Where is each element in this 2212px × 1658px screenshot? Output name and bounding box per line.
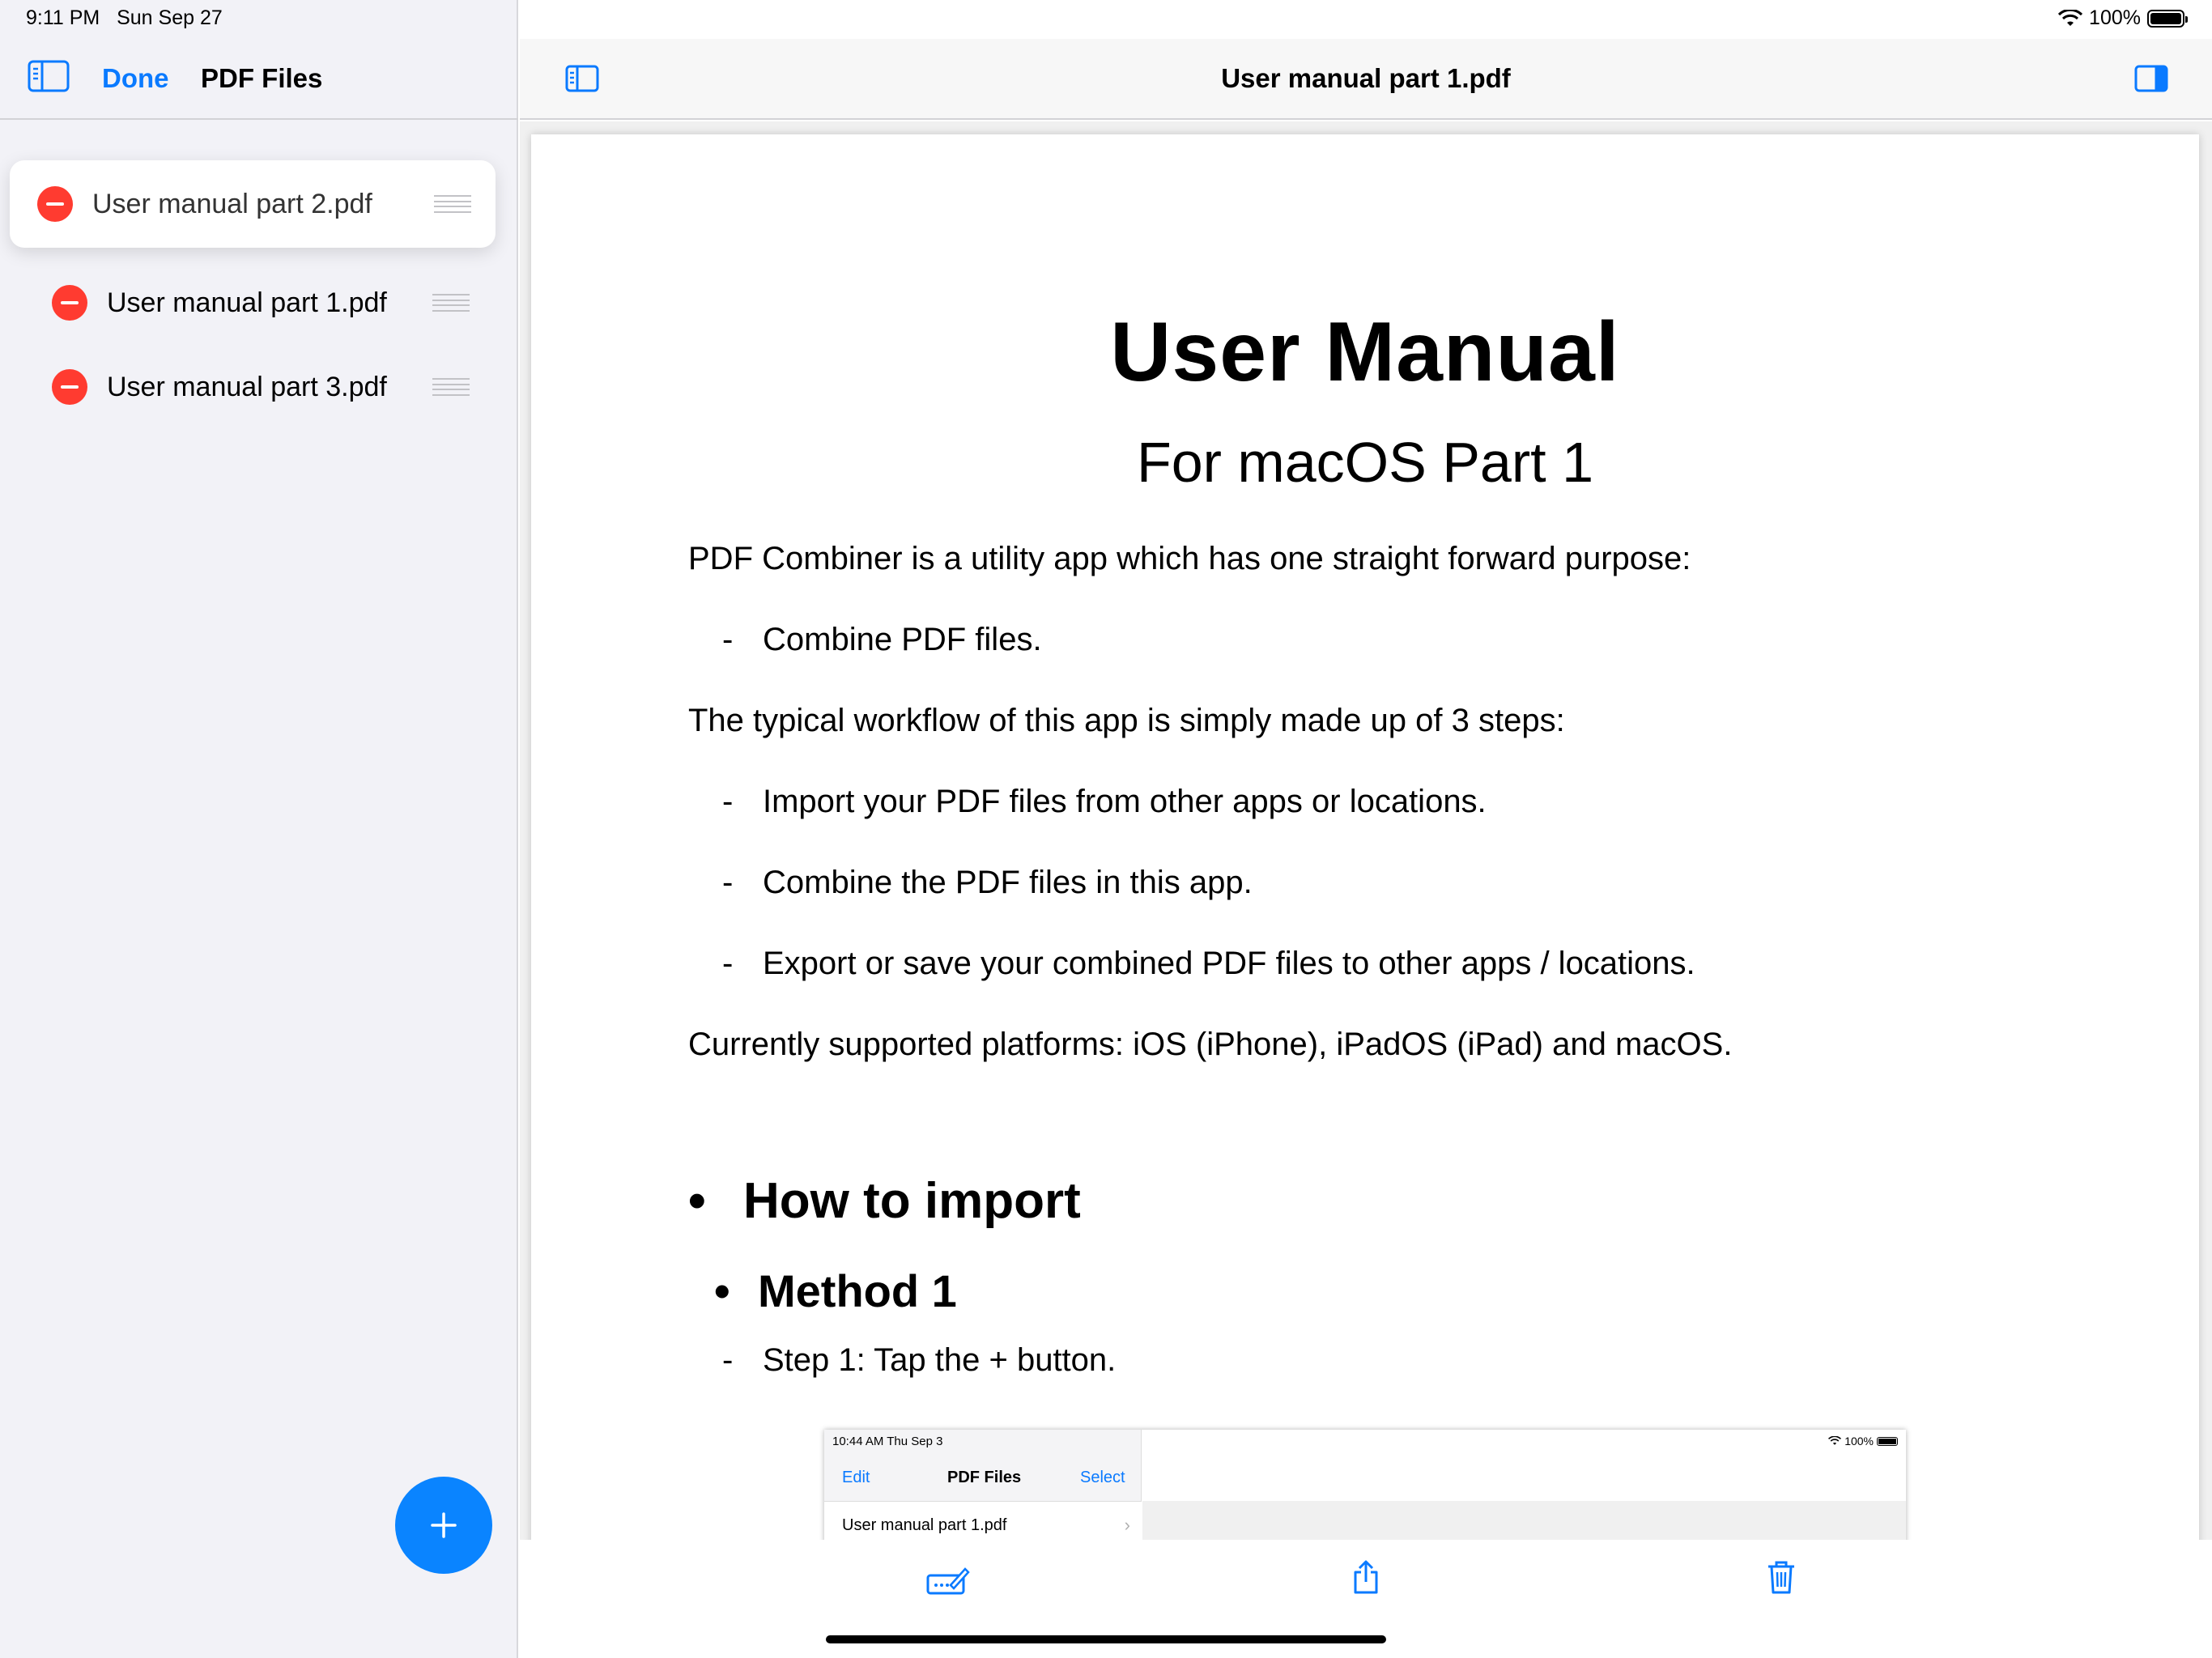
delete-icon[interactable]	[52, 285, 87, 321]
doc-list-item: - Combine the PDF files in this app.	[722, 865, 1253, 901]
list-text: Export or save your combined PDF files t…	[763, 946, 1695, 981]
embedded-time: 10:44 AM Thu Sep 3	[832, 1435, 943, 1448]
battery-icon	[2147, 9, 2188, 28]
sidebar-title: PDF Files	[201, 63, 323, 93]
battery-percent: 100%	[2089, 6, 2141, 29]
file-name: User manual part 2.pdf	[92, 188, 372, 219]
doc-paragraph: The typical workflow of this app is simp…	[688, 703, 1565, 738]
sidebar-right-icon	[2134, 65, 2168, 92]
pdf-viewer[interactable]: User Manual For macOS Part 1 PDF Combine…	[520, 121, 2212, 1540]
list-text: Import your PDF files from other apps or…	[763, 784, 1487, 819]
doc-paragraph: PDF Combiner is a utility app which has …	[688, 541, 1691, 576]
file-name: User manual part 1.pdf	[107, 287, 387, 318]
trash-icon	[1768, 1561, 1794, 1594]
doc-title: User Manual	[1110, 305, 1620, 399]
annotate-button[interactable]	[926, 1564, 970, 1601]
embedded-select-label: Select	[1080, 1469, 1125, 1486]
embedded-title: PDF Files	[947, 1469, 1022, 1486]
wifi-icon	[2058, 9, 2083, 26]
file-row[interactable]: User manual part 3.pdf	[24, 346, 494, 427]
bullet: •	[688, 1173, 706, 1229]
embedded-content-band	[1142, 1501, 1906, 1540]
file-row-dragging[interactable]: User manual part 2.pdf	[10, 160, 496, 248]
pdf-page: User Manual For macOS Part 1 PDF Combine…	[531, 134, 2199, 1540]
embedded-list-item: User manual part 1.pdf ›	[824, 1501, 1142, 1540]
list-dash: -	[722, 946, 734, 981]
doc-list-item: - Import your PDF files from other apps o…	[722, 784, 1487, 820]
heading-text: How to import	[743, 1173, 1081, 1229]
reorder-handle-icon[interactable]	[434, 195, 471, 213]
done-button[interactable]: Done	[102, 63, 169, 94]
doc-list-item: - Export or save your combined PDF files …	[722, 946, 1695, 982]
embedded-edit-label: Edit	[842, 1469, 870, 1486]
list-dash: -	[722, 865, 734, 900]
doc-subtitle: For macOS Part 1	[1136, 431, 1594, 494]
status-clock: 9:11 PM	[26, 6, 100, 29]
file-name: User manual part 3.pdf	[107, 371, 387, 402]
embedded-sidebar: 10:44 AM Thu Sep 3 Edit PDF Files Select…	[824, 1430, 1142, 1540]
embedded-status: 100%	[1828, 1435, 1898, 1448]
doc-subsection-heading: • Method 1	[714, 1265, 957, 1317]
share-icon	[1354, 1560, 1378, 1594]
delete-icon[interactable]	[52, 369, 87, 405]
file-row[interactable]: User manual part 1.pdf	[24, 262, 494, 343]
reorder-handle-icon[interactable]	[432, 294, 470, 312]
signature-icon	[926, 1567, 970, 1595]
delete-icon[interactable]	[37, 186, 73, 222]
add-file-button[interactable]	[395, 1477, 492, 1574]
reorder-handle-icon[interactable]	[432, 378, 470, 396]
embedded-row-text: User manual part 1.pdf	[842, 1516, 1007, 1534]
list-dash: -	[722, 784, 734, 819]
embedded-battery-percent: 100%	[1844, 1435, 1874, 1448]
status-date: Sun Sep 27	[117, 6, 223, 29]
chevron-right-icon: ›	[1124, 1515, 1130, 1535]
sidebar-left-icon	[28, 60, 70, 92]
list-dash: -	[722, 1342, 734, 1378]
plus-icon	[431, 1512, 457, 1538]
list-text: Step 1: Tap the + button.	[763, 1342, 1117, 1378]
status-time: 9:11 PM Sun Sep 27	[26, 6, 223, 30]
sidebar-nav-bar: Done PDF Files	[0, 39, 518, 120]
list-dash: -	[722, 622, 734, 657]
inspector-toggle-button[interactable]	[2134, 65, 2168, 96]
list-text: Combine PDF files.	[763, 622, 1042, 657]
status-indicators: 100%	[2058, 6, 2188, 30]
sidebar: Done PDF Files User manual part 2.pdf Us…	[0, 0, 518, 1658]
share-button[interactable]	[1352, 1559, 1380, 1599]
embedded-screenshot: 10:44 AM Thu Sep 3 Edit PDF Files Select…	[824, 1430, 1906, 1540]
list-text: Combine the PDF files in this app.	[763, 865, 1253, 900]
delete-button[interactable]	[1767, 1559, 1796, 1599]
sidebar-toggle-button[interactable]	[28, 60, 70, 96]
doc-list-item: - Step 1: Tap the + button.	[722, 1342, 1116, 1379]
doc-list-item: - Combine PDF files.	[722, 622, 1042, 658]
bullet: •	[714, 1265, 730, 1316]
heading-text: Method 1	[758, 1265, 957, 1316]
doc-section-heading: • How to import	[688, 1172, 1081, 1230]
doc-paragraph: Currently supported platforms: iOS (iPho…	[688, 1027, 1733, 1062]
main-nav-bar: User manual part 1.pdf	[520, 39, 2212, 120]
wifi-icon	[1828, 1436, 1842, 1445]
document-title: User manual part 1.pdf	[1221, 63, 1511, 93]
battery-icon	[1877, 1436, 1898, 1446]
home-indicator[interactable]	[826, 1635, 1386, 1643]
